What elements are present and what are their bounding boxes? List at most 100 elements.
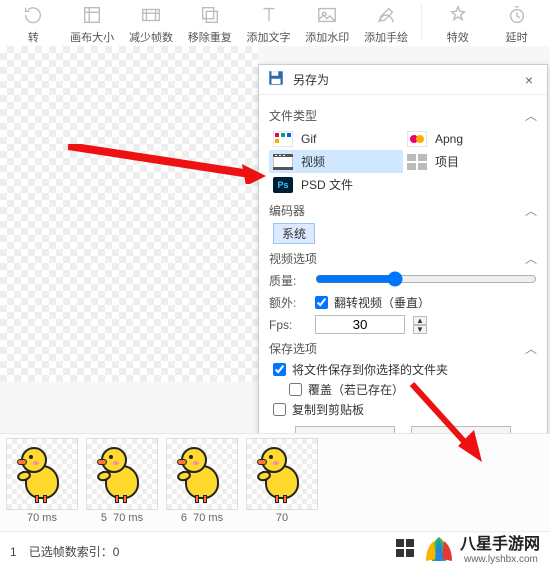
add-freehand-label: 添加手绘 bbox=[364, 29, 408, 45]
frames-strip[interactable]: 70 ms 5 70 ms 6 70 ms 70 bbox=[0, 433, 550, 533]
status-value: 0 bbox=[113, 545, 120, 559]
effects-label: 特效 bbox=[447, 29, 469, 45]
file-type-gif-label: Gif bbox=[301, 132, 316, 146]
delay-icon bbox=[504, 2, 530, 28]
remove-dup-button[interactable]: 移除重复 bbox=[182, 2, 237, 45]
file-type-gif[interactable]: Gif bbox=[269, 128, 403, 150]
canvas-area[interactable] bbox=[0, 46, 258, 382]
section-label: 编码器 bbox=[269, 202, 305, 219]
add-text-button[interactable]: 添加文字 bbox=[241, 2, 296, 45]
section-label: 保存选项 bbox=[269, 340, 317, 357]
flip-video-checkbox[interactable] bbox=[315, 296, 328, 309]
watermark-url: www.lyshbx.com bbox=[464, 554, 540, 565]
file-type-video-label: 视频 bbox=[301, 153, 325, 170]
remove-dup-label: 移除重复 bbox=[188, 29, 232, 45]
file-type-apng-label: Apng bbox=[435, 132, 463, 146]
add-watermark-button[interactable]: 添加水印 bbox=[300, 2, 355, 45]
close-button[interactable]: × bbox=[519, 72, 539, 88]
frame-ms: 70 ms bbox=[193, 512, 223, 524]
watermark-name: 八星手游网 bbox=[460, 530, 540, 554]
fps-input[interactable] bbox=[315, 315, 405, 334]
watermark: 八星手游网 www.lyshbx.com bbox=[390, 528, 546, 567]
canvas-size-label: 画布大小 bbox=[70, 29, 114, 45]
chevron-up-icon[interactable]: ︿ bbox=[525, 107, 537, 124]
add-text-label: 添加文字 bbox=[247, 29, 291, 45]
delay-button[interactable]: 延时 bbox=[489, 2, 544, 45]
frame-index: 5 bbox=[101, 512, 107, 524]
main-toolbar: 转 画布大小 减少帧数 移除重复 添加文字 添加水印 添加手绘 特效 延时 bbox=[0, 0, 550, 50]
grid-icon bbox=[396, 539, 414, 557]
section-label: 视频选项 bbox=[269, 250, 317, 267]
gif-icon bbox=[273, 131, 293, 147]
frame-thumb[interactable]: 5 70 ms bbox=[84, 438, 160, 530]
copy-clipboard-label: 复制到剪贴板 bbox=[292, 401, 364, 418]
add-freehand-button[interactable]: 添加手绘 bbox=[359, 2, 414, 45]
frame-ms: 70 ms bbox=[27, 512, 57, 524]
file-type-psd[interactable]: Ps PSD 文件 bbox=[269, 173, 403, 196]
extra-row: 额外: 翻转视频（垂直） bbox=[269, 294, 537, 311]
rotate-button[interactable]: 转 bbox=[6, 2, 61, 45]
chevron-up-icon[interactable]: ︿ bbox=[525, 202, 537, 219]
frame-thumb[interactable]: 6 70 ms bbox=[164, 438, 240, 530]
text-icon bbox=[256, 2, 282, 28]
save-icon bbox=[267, 69, 285, 90]
copy-clipboard-checkbox[interactable] bbox=[273, 403, 286, 416]
file-type-video[interactable]: 视频 bbox=[269, 150, 403, 173]
status-count: 1 bbox=[10, 545, 17, 559]
save-folder-label: 将文件保存到你选择的文件夹 bbox=[292, 361, 448, 378]
freehand-icon bbox=[373, 2, 399, 28]
delay-label: 延时 bbox=[506, 29, 528, 45]
quality-slider[interactable] bbox=[315, 271, 537, 290]
video-icon bbox=[273, 154, 293, 170]
flip-video-label: 翻转视频（垂直） bbox=[334, 294, 430, 311]
effects-button[interactable]: 特效 bbox=[430, 2, 485, 45]
rotate-label: 转 bbox=[28, 29, 39, 45]
canvas-size-button[interactable]: 画布大小 bbox=[65, 2, 120, 45]
watermark-icon bbox=[314, 2, 340, 28]
reduce-frames-label: 减少帧数 bbox=[129, 29, 173, 45]
reduce-frames-icon bbox=[138, 2, 164, 28]
file-type-list: Gif Apng 视频 项目 Ps PSD 文件 bbox=[269, 128, 537, 196]
reduce-frames-button[interactable]: 减少帧数 bbox=[124, 2, 179, 45]
canvas-size-icon bbox=[79, 2, 105, 28]
overwrite-label: 覆盖（若已存在） bbox=[308, 381, 404, 398]
fps-row: Fps: ▲▼ bbox=[269, 315, 537, 334]
chevron-up-icon[interactable]: ︿ bbox=[525, 340, 537, 357]
section-label: 文件类型 bbox=[269, 107, 317, 124]
extra-label: 额外: bbox=[269, 294, 309, 311]
quality-row: 质量: bbox=[269, 271, 537, 290]
frame-thumb[interactable]: 70 ms bbox=[4, 438, 80, 530]
chevron-up-icon[interactable]: ︿ bbox=[525, 250, 537, 267]
frame-thumb[interactable]: 70 bbox=[244, 438, 320, 530]
psd-icon: Ps bbox=[273, 177, 293, 193]
file-type-section-header[interactable]: 文件类型 ︿ bbox=[269, 107, 537, 124]
rotate-icon bbox=[20, 2, 46, 28]
video-options-section-header[interactable]: 视频选项 ︿ bbox=[269, 250, 537, 267]
quality-label: 质量: bbox=[269, 272, 309, 289]
project-icon bbox=[407, 154, 427, 170]
toolbar-separator bbox=[421, 4, 422, 40]
frame-ms: 70 bbox=[276, 512, 288, 524]
encoder-section-header[interactable]: 编码器 ︿ bbox=[269, 202, 537, 219]
save-options-section-header[interactable]: 保存选项 ︿ bbox=[269, 340, 537, 357]
save-folder-checkbox[interactable] bbox=[273, 363, 286, 376]
file-type-project-label: 项目 bbox=[435, 153, 459, 170]
copy-clipboard-row: 复制到剪贴板 bbox=[273, 401, 537, 418]
encoder-chip[interactable]: 系统 bbox=[273, 223, 315, 244]
apng-icon bbox=[407, 131, 427, 147]
overwrite-checkbox[interactable] bbox=[289, 383, 302, 396]
dialog-title: 另存为 bbox=[293, 71, 329, 88]
frame-ms: 70 ms bbox=[113, 512, 143, 524]
add-watermark-label: 添加水印 bbox=[305, 29, 349, 45]
remove-dup-icon bbox=[197, 2, 223, 28]
file-type-project[interactable]: 项目 bbox=[403, 150, 537, 173]
fps-spinner[interactable]: ▲▼ bbox=[413, 316, 427, 334]
file-type-psd-label: PSD 文件 bbox=[301, 176, 353, 193]
frame-index: 6 bbox=[181, 512, 187, 524]
logo-icon bbox=[424, 533, 454, 563]
status-label: 已选帧数索引： bbox=[29, 545, 113, 559]
file-type-apng[interactable]: Apng bbox=[403, 128, 537, 150]
save-folder-row: 将文件保存到你选择的文件夹 bbox=[273, 361, 537, 378]
fps-label: Fps: bbox=[269, 318, 309, 332]
overwrite-row: 覆盖（若已存在） bbox=[289, 381, 537, 398]
